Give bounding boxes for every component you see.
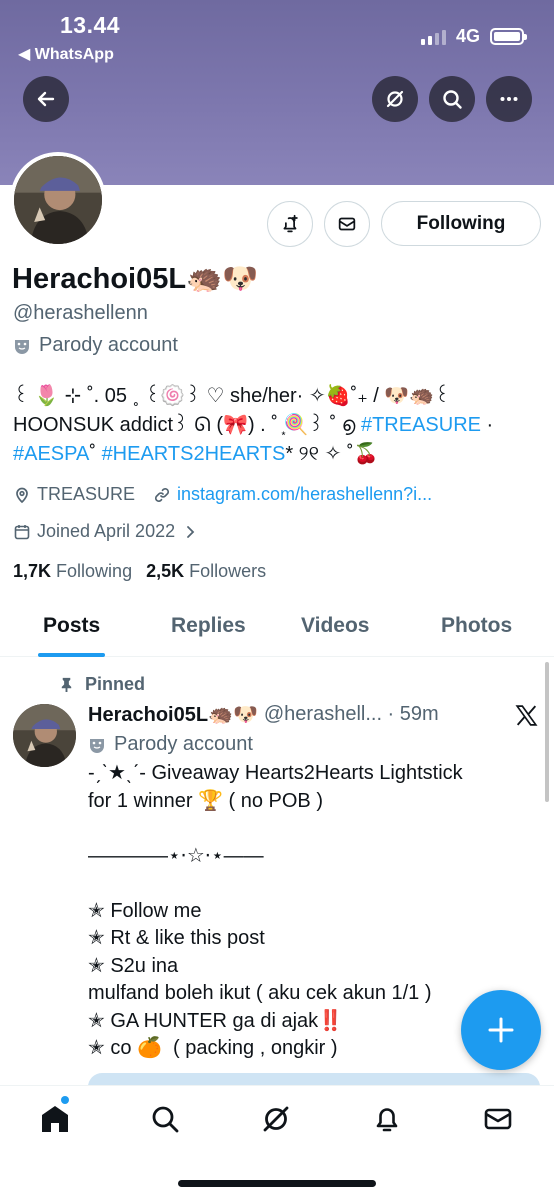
avatar-photo [14,156,102,244]
post-header: Herachoi05L🦔🐶 @herashell... · 59m [88,702,508,727]
bell-icon [376,1108,398,1132]
search-icon [152,1106,179,1133]
tab-photos[interactable]: Photos [441,614,512,638]
profile-meta: TREASURE instagram.com/herashellenn?i... [13,484,432,505]
grok-button[interactable] [372,76,418,122]
battery-icon [490,28,527,45]
post-author-avatar[interactable] [13,704,76,767]
nav-notifications[interactable] [370,1102,404,1136]
status-time: 13.44 [60,12,121,38]
parody-label: Parody account [39,334,178,356]
followers-count: 2,5K [146,561,185,581]
nav-search[interactable] [148,1102,182,1136]
following-count: 1,7K [13,561,52,581]
user-handle: @herashellenn [13,302,148,324]
profile-avatar[interactable] [10,152,106,248]
profile-tabs: Posts Replies Videos Photos [0,600,554,657]
message-button[interactable] [324,201,370,247]
nav-home[interactable] [38,1102,72,1136]
home-indicator[interactable] [178,1180,376,1187]
notifications-button[interactable] [267,201,313,247]
following-button[interactable]: Following [381,201,541,246]
tab-posts[interactable]: Posts [43,614,100,638]
envelope-icon [484,1108,512,1130]
signal-icon [420,29,446,45]
post-meta: @herashell... · 59m [263,703,439,725]
plus-icon [488,1017,514,1043]
followers-count-link[interactable]: 2,5K Followers [146,561,266,582]
location-label: TREASURE [37,484,136,504]
hashtag-treasure[interactable]: #TREASURE [361,414,481,436]
bio-line-3-end: * ୨୧ ✧ ˚🍒 [285,443,379,465]
chevron-right-icon [187,525,195,538]
hashtag-aespa[interactable]: #AESPA [13,443,89,465]
avatar-photo-small [13,704,76,767]
network-label: 4G [455,26,480,46]
status-indicators: 4G [420,26,527,47]
post-parody-label: Parody account [114,733,253,755]
nav-messages[interactable] [481,1102,515,1136]
home-icon [42,1106,68,1132]
home-notification-dot [61,1096,69,1104]
profile-link[interactable]: instagram.com/herashellenn?i... [177,484,432,505]
profile-bio: ꒰ 🌷 ⊹ ˚. 05 ˳ ꒰🍥꒱ ♡ she/her· ✧🍓˚₊ / 🐶🦔꒰ … [13,382,543,469]
tab-replies[interactable]: Replies [171,614,246,638]
envelope-icon [338,217,356,231]
theater-mask-icon [90,738,104,753]
post-author-name[interactable]: Herachoi05L🦔🐶 [88,702,258,727]
bio-separator: ˚ [89,443,102,465]
followers-label: Followers [189,561,267,581]
status-back-to-app[interactable]: ◀ WhatsApp [18,44,114,64]
theater-mask-icon [15,339,29,354]
hashtag-hearts2hearts[interactable]: #HEARTS2HEARTS [102,443,286,465]
following-count-link[interactable]: 1,7K Following [13,561,132,582]
active-tab-indicator [38,653,105,657]
pin-icon [61,677,72,693]
bell-plus-icon [283,214,298,233]
following-label: Following [56,561,133,581]
parody-badge: Parody account [13,334,178,357]
joined-label: Joined April 2022 [37,521,176,541]
joined-date[interactable]: Joined April 2022 [13,521,205,542]
bio-line-1: ꒰ 🌷 ⊹ ˚. 05 ˳ ꒰🍥꒱ ♡ she/her· ✧🍓˚₊ / 🐶🦔꒰ [13,385,450,407]
pinned-indicator: Pinned [58,674,145,695]
nav-grok[interactable] [259,1102,293,1136]
more-icon [500,97,518,101]
bio-line-2: HOONSUK addict꒱ ᘏ (🎀) . ˚ ͙🍭꒱ ˚ ൭ [13,414,361,436]
follow-counts: 1,7K Following 2,5K Followers [13,561,266,582]
display-name: Herachoi05L🦔🐶 [12,263,259,295]
scrollbar[interactable] [545,662,549,802]
more-button[interactable] [486,76,532,122]
pinned-label: Pinned [85,674,146,694]
arrow-left-icon [37,91,55,107]
grok-icon [263,1106,289,1132]
location-icon [16,487,28,503]
post-parody-badge: Parody account [88,733,253,756]
compose-post-button[interactable] [461,990,541,1070]
search-icon [443,90,462,109]
tab-videos[interactable]: Videos [301,614,369,638]
grok-icon [386,90,404,108]
x-logo-icon[interactable] [514,703,539,728]
link-icon [155,487,170,502]
calendar-icon [14,524,30,539]
bio-line-2-end: · [481,414,494,436]
back-button[interactable] [23,76,69,122]
search-button[interactable] [429,76,475,122]
